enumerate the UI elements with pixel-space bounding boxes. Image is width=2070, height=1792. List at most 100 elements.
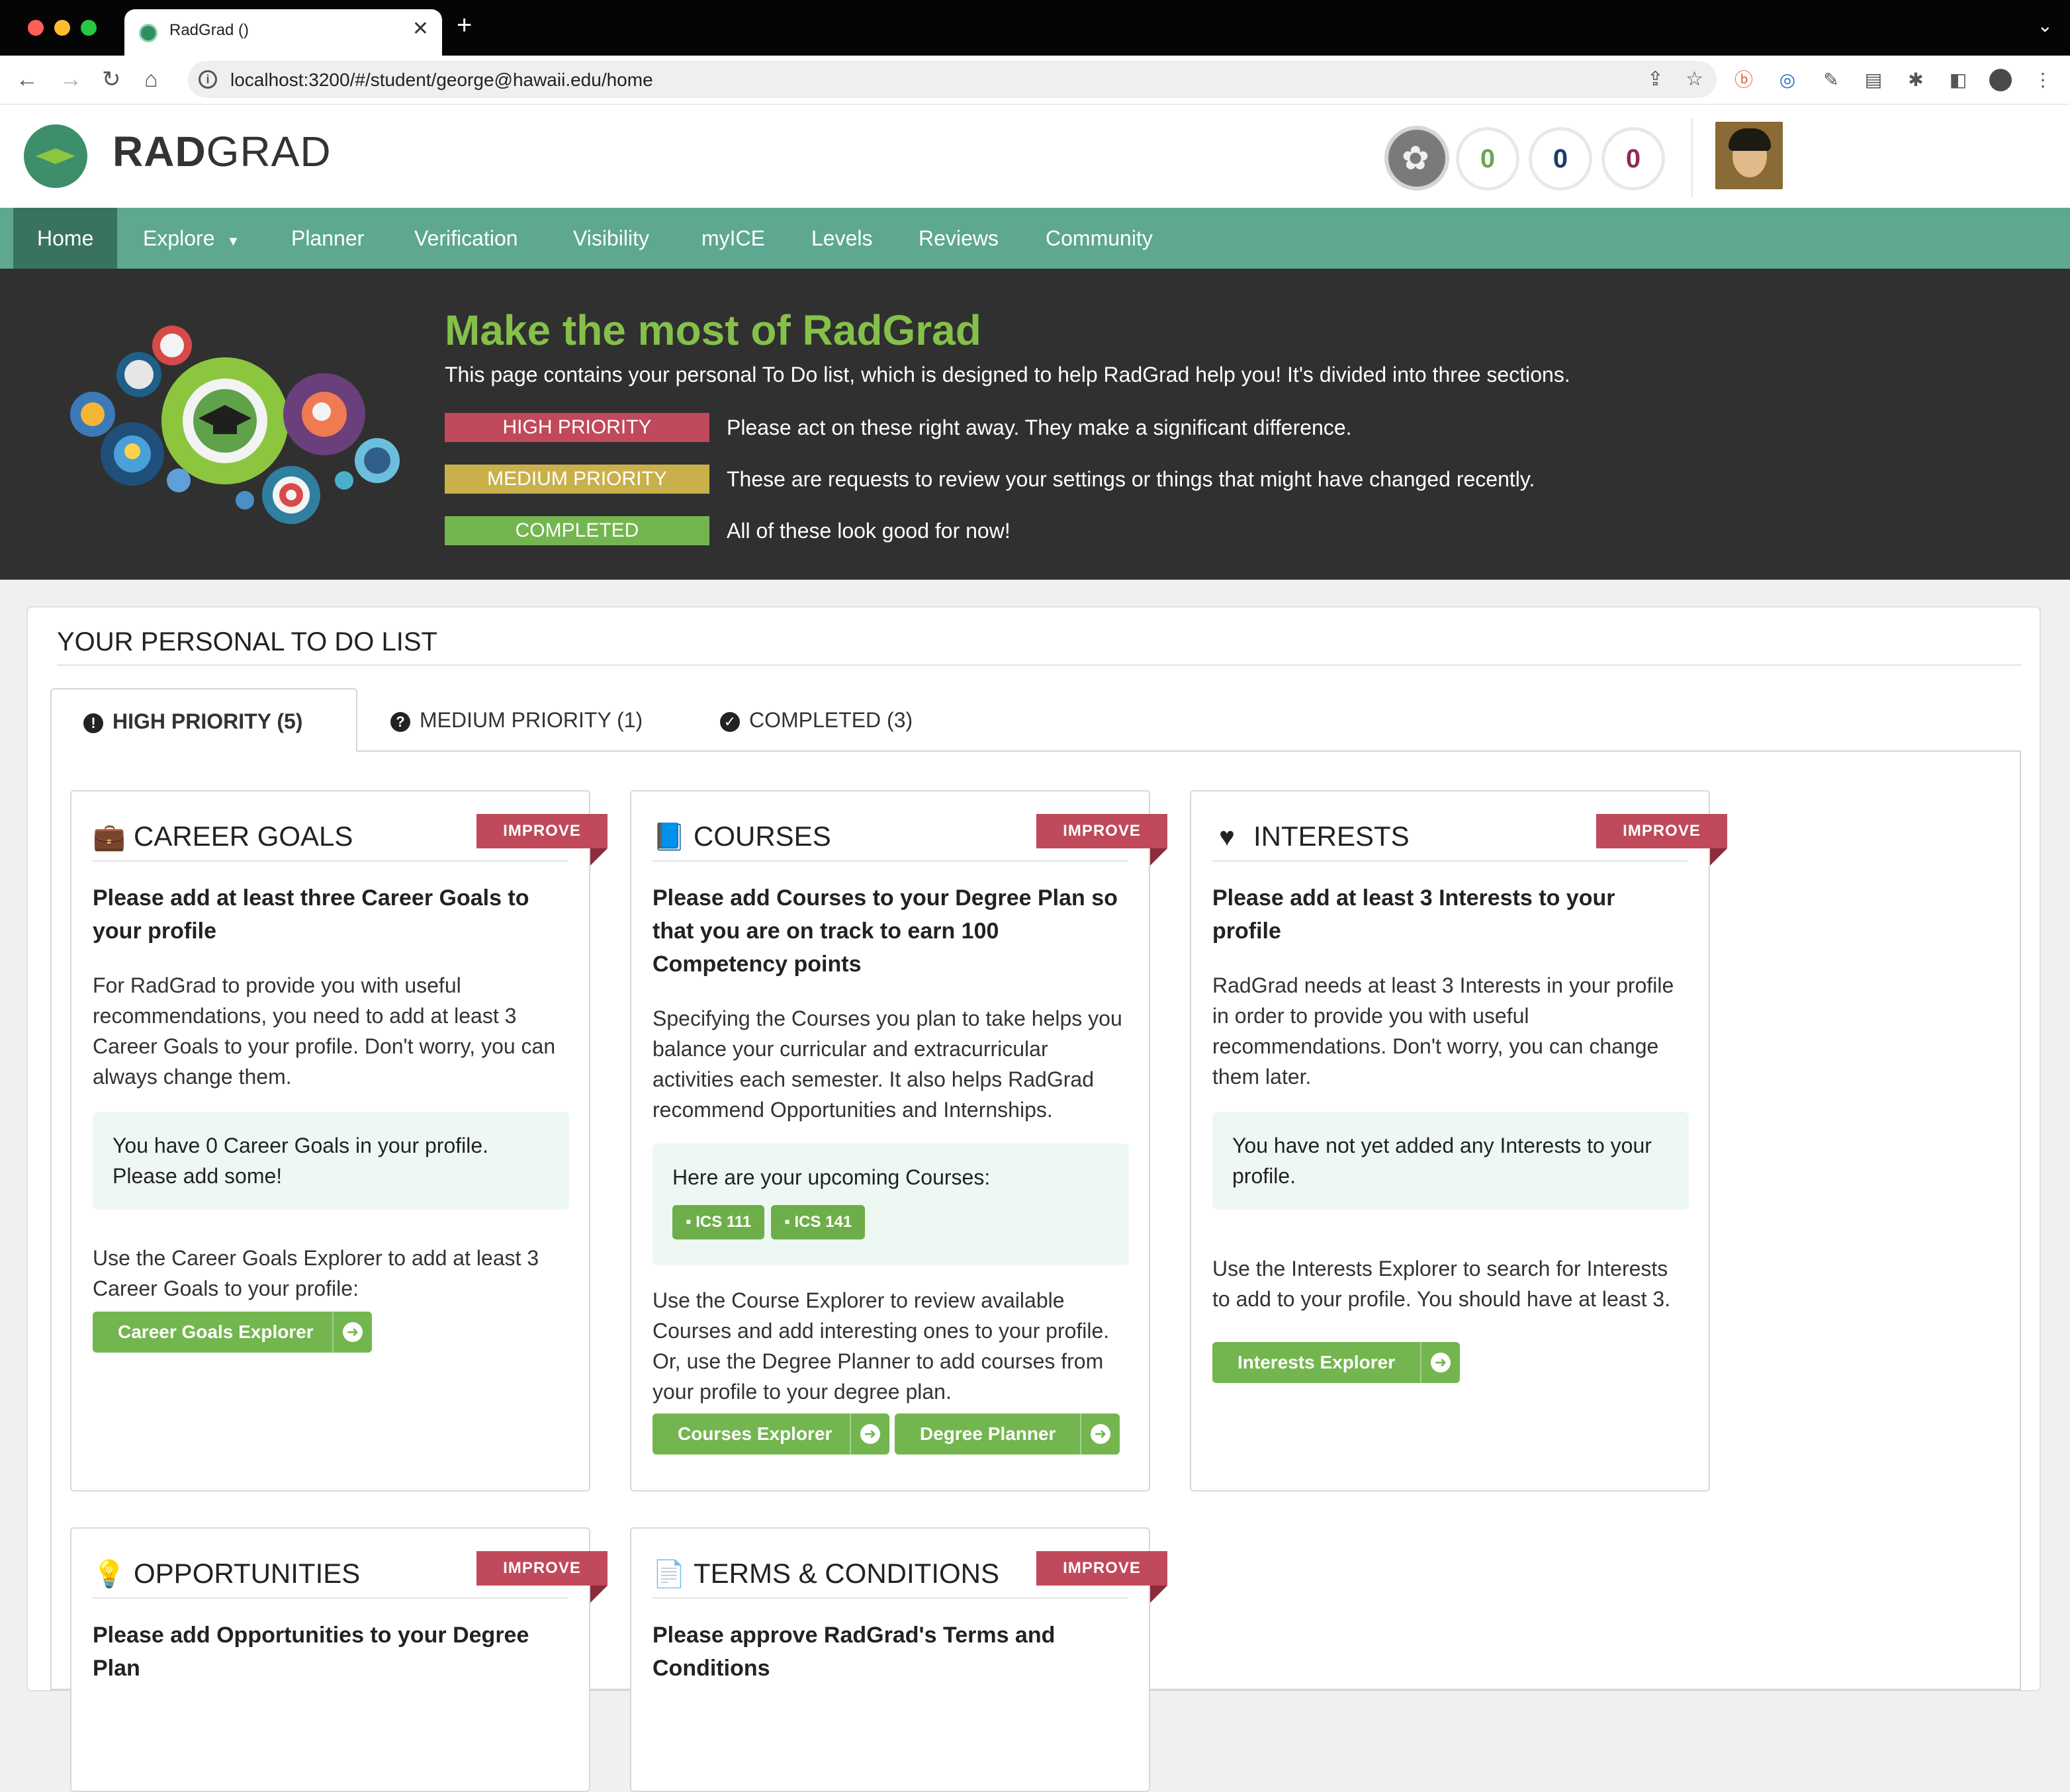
opportunities-card: 💡 OPPORTUNITIES IMPROVE Please add Opport… <box>70 1527 608 1792</box>
card-subtitle: Please add at least three Career Goals t… <box>93 885 529 944</box>
competency-score[interactable]: 0 <box>1529 127 1592 191</box>
menu-item-levels[interactable]: Levels <box>788 208 897 269</box>
header-divider <box>1691 118 1693 197</box>
menu-item-home[interactable]: Home <box>13 208 118 269</box>
menu-item-planner[interactable]: Planner <box>267 208 388 269</box>
ribbon-fold <box>590 848 608 866</box>
card-description: For RadGrad to provide you with useful r… <box>93 973 556 1089</box>
menu-item-myice[interactable]: myICE <box>678 208 789 269</box>
courses-explorer-button[interactable]: Courses Explorer ➜ <box>652 1413 889 1455</box>
close-window-button[interactable] <box>28 20 44 36</box>
arrow-circle-right-icon: ➜ <box>860 1424 880 1444</box>
improve-ribbon: IMPROVE <box>476 814 608 848</box>
divider <box>57 664 2021 666</box>
new-tab-icon[interactable]: + <box>457 12 472 38</box>
interests-info-box: You have not yet added any Interests to … <box>1212 1112 1689 1210</box>
menu-item-verification[interactable]: Verification <box>390 208 542 269</box>
course-chip-ics111[interactable]: ▪ ICS 111 <box>672 1205 765 1239</box>
extension-b-icon[interactable]: ⓑ <box>1732 69 1755 91</box>
book-icon: ▪ <box>686 1213 696 1231</box>
profile-avatar-icon[interactable] <box>1989 69 2012 91</box>
url-text: localhost:3200/#/student/george@hawaii.e… <box>230 69 653 90</box>
side-panel-icon[interactable]: ◧ <box>1947 69 1969 91</box>
completed-text: All of these look good for now! <box>727 519 1011 543</box>
interests-card: ♥ INTERESTS IMPROVE Please add at least 3… <box>1190 790 1727 1492</box>
radgrad-logo-icon[interactable] <box>24 124 87 188</box>
site-info-icon[interactable]: i <box>199 70 217 89</box>
arrow-circle-right-icon: ➜ <box>343 1322 363 1342</box>
reload-icon[interactable]: ↻ <box>102 66 121 93</box>
menu-item-community[interactable]: Community <box>1022 208 1177 269</box>
career-goals-info-box: You have 0 Career Goals in your profile.… <box>93 1112 569 1210</box>
todo-title: YOUR PERSONAL TO DO LIST <box>57 627 437 656</box>
card-title: 📄 TERMS & CONDITIONS <box>652 1558 1000 1589</box>
improve-ribbon: IMPROVE <box>476 1551 608 1586</box>
maximize-window-button[interactable] <box>81 20 97 36</box>
extension-page-icon[interactable]: ▤ <box>1862 69 1885 91</box>
browser-tab[interactable]: RadGrad () ✕ <box>124 9 442 56</box>
browser-toolbar: ← → ↻ ⌂ i localhost:3200/#/student/georg… <box>0 56 2070 105</box>
arrow-circle-right-icon: ➜ <box>1091 1424 1110 1444</box>
bookmark-star-icon[interactable]: ☆ <box>1686 67 1703 91</box>
check-circle-icon: ✓ <box>720 711 740 732</box>
heart-icon: ♥ <box>1219 823 1235 852</box>
close-tab-icon[interactable]: ✕ <box>412 17 429 40</box>
card-divider <box>652 1597 1128 1599</box>
card-divider <box>652 860 1128 862</box>
improve-ribbon: IMPROVE <box>1036 814 1167 848</box>
interests-explorer-button[interactable]: Interests Explorer ➜ <box>1212 1342 1460 1383</box>
book-icon: ▪ <box>784 1213 795 1231</box>
degree-planner-button[interactable]: Degree Planner ➜ <box>895 1413 1120 1455</box>
card-subtitle: Please approve RadGrad's Terms and Condi… <box>652 1623 1056 1681</box>
card-title: 💡 OPPORTUNITIES <box>93 1558 361 1589</box>
brand-name[interactable]: RADGRAD <box>112 127 332 176</box>
card-description: RadGrad needs at least 3 Interests in yo… <box>1212 973 1674 1089</box>
menu-item-explore[interactable]: Explore ▼ <box>119 208 263 269</box>
high-priority-text: Please act on these right away. They mak… <box>727 416 1352 439</box>
level-badge-icon[interactable]: ✿ <box>1384 126 1449 191</box>
tab-search-chevron-icon[interactable]: ⌄ <box>2038 15 2053 36</box>
menu-item-visibility[interactable]: Visibility <box>549 208 673 269</box>
document-icon: 📄 <box>652 1560 686 1589</box>
extension-grammarly-icon[interactable]: ◎ <box>1776 69 1799 91</box>
lightbulb-icon: 💡 <box>93 1560 126 1589</box>
ribbon-fold <box>1150 1586 1167 1603</box>
tab-medium-priority[interactable]: ? MEDIUM PRIORITY (1) <box>390 688 643 752</box>
ribbon-fold <box>1150 848 1167 866</box>
card-title: 💼 CAREER GOALS <box>93 821 353 852</box>
card-divider <box>1212 860 1688 862</box>
browser-tab-bar: RadGrad () ✕ + ⌄ <box>0 0 2070 56</box>
experience-score[interactable]: 0 <box>1601 127 1665 191</box>
improve-ribbon: IMPROVE <box>1036 1551 1167 1586</box>
card-title: 📘 COURSES <box>652 821 831 852</box>
user-avatar[interactable] <box>1715 122 1783 189</box>
briefcase-icon: 💼 <box>93 823 126 852</box>
terms-card: 📄 TERMS & CONDITIONS IMPROVE Please appro… <box>630 1527 1167 1792</box>
back-arrow-icon[interactable]: ← <box>16 66 38 93</box>
browser-menu-icon[interactable]: ⋮ <box>2032 69 2054 91</box>
tab-high-priority[interactable]: ! HIGH PRIORITY (5) <box>50 688 357 752</box>
address-bar[interactable]: i localhost:3200/#/student/george@hawaii… <box>188 61 1717 98</box>
card-description: Specifying the Courses you plan to take … <box>652 1007 1122 1122</box>
course-chip-ics141[interactable]: ▪ ICS 141 <box>771 1205 866 1239</box>
arrow-circle-right-icon: ➜ <box>1431 1353 1451 1372</box>
dropdown-caret-icon: ▼ <box>226 234 240 249</box>
extension-eyedropper-icon[interactable]: ✎ <box>1820 69 1842 91</box>
card-footer-text: Use the Career Goals Explorer to add at … <box>93 1246 539 1300</box>
tab-completed[interactable]: ✓ COMPLETED (3) <box>720 688 913 752</box>
share-icon[interactable]: ⇪ <box>1647 67 1664 91</box>
career-goals-explorer-button[interactable]: Career Goals Explorer ➜ <box>93 1312 372 1353</box>
radgrad-favicon-icon <box>139 24 158 42</box>
innovation-score[interactable]: 0 <box>1456 127 1519 191</box>
forward-arrow-icon[interactable]: → <box>60 66 82 93</box>
ribbon-fold <box>1710 848 1727 866</box>
courses-card: 📘 COURSES IMPROVE Please add Courses to y… <box>630 790 1167 1492</box>
home-icon[interactable]: ⌂ <box>144 66 158 93</box>
upcoming-courses-label: Here are your upcoming Courses: <box>672 1165 991 1189</box>
card-subtitle: Please add at least 3 Interests to your … <box>1212 885 1615 944</box>
menu-item-reviews[interactable]: Reviews <box>895 208 1022 269</box>
extensions-puzzle-icon[interactable]: ✱ <box>1905 69 1927 91</box>
minimize-window-button[interactable] <box>54 20 70 36</box>
improve-ribbon: IMPROVE <box>1596 814 1727 848</box>
career-goals-card: 💼 CAREER GOALS IMPROVE Please add at leas… <box>70 790 608 1492</box>
